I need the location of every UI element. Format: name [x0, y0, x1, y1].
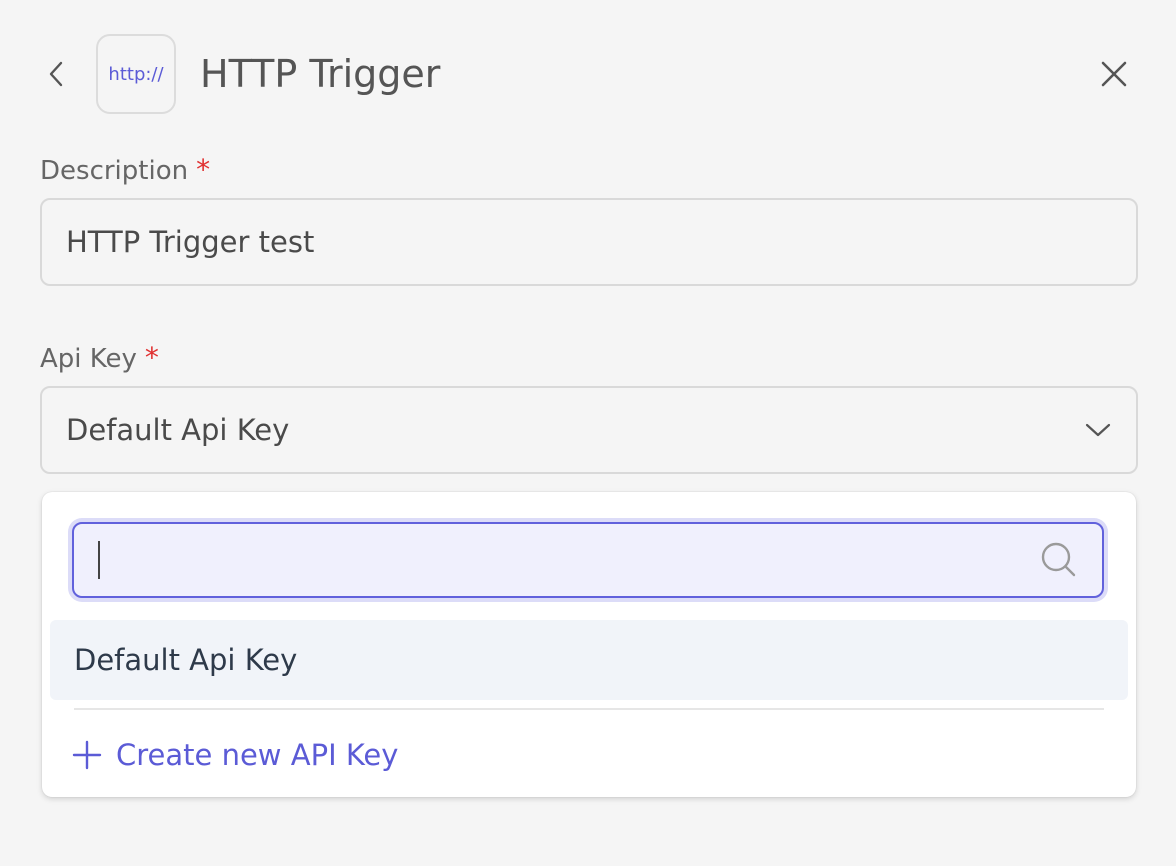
description-label: Description * [40, 154, 210, 187]
api-key-dropdown: Default Api Key Create new API Key [42, 492, 1136, 797]
description-label-text: Description [40, 156, 189, 186]
search-input[interactable] [104, 543, 1040, 577]
close-button[interactable] [1094, 54, 1134, 94]
close-icon [1101, 61, 1127, 87]
http-logo: http:// [96, 34, 176, 114]
logo-text: http:// [108, 63, 164, 85]
text-caret [98, 541, 100, 579]
search-focus-ring [68, 518, 1108, 602]
search-box[interactable] [72, 522, 1104, 598]
plus-icon [72, 740, 102, 770]
api-key-label-text: Api Key [40, 344, 137, 374]
api-key-label: Api Key * [40, 342, 159, 375]
required-mark: * [144, 341, 159, 374]
divider [74, 708, 1104, 710]
option-default-api-key[interactable]: Default Api Key [50, 620, 1128, 700]
chevron-down-icon [1085, 423, 1111, 437]
back-button[interactable] [40, 54, 74, 94]
api-key-select[interactable]: Default Api Key [40, 386, 1138, 474]
create-api-key-button[interactable]: Create new API Key [72, 730, 398, 780]
api-key-selected-value: Default Api Key [66, 413, 290, 447]
search-icon [1041, 542, 1076, 577]
create-api-key-label: Create new API Key [116, 738, 399, 772]
option-label: Default Api Key [74, 643, 298, 677]
description-input[interactable] [40, 198, 1138, 286]
required-mark: * [196, 153, 211, 186]
http-trigger-panel: http:// HTTP Trigger Description* Api Ke… [0, 0, 1176, 866]
page-title: HTTP Trigger [200, 52, 441, 96]
chevron-left-icon [49, 61, 63, 87]
